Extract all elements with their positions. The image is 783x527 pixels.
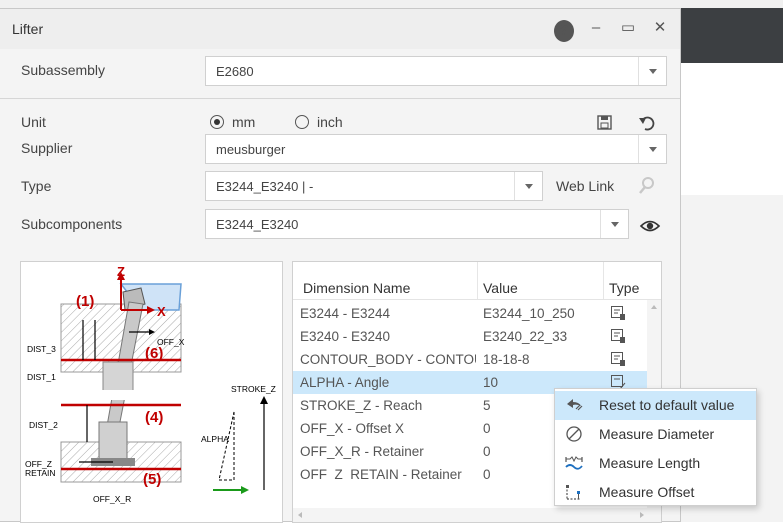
- context-menu: Reset to default value Measure Diameter …: [554, 388, 757, 506]
- dimension-value-cell[interactable]: E3240_22_33: [483, 329, 603, 344]
- table-row[interactable]: E3244 - E3244 E3244_10_250: [293, 302, 647, 325]
- dimension-name-cell: OFF_X - Offset X: [300, 421, 405, 436]
- dimension-name-cell: OFF_Z_RETAIN - Retainer: [300, 467, 462, 479]
- type-dropdown[interactable]: E3244_E3240 | -: [205, 171, 543, 201]
- diagram-label-1: (1): [76, 293, 94, 310]
- menu-item-measure-diameter[interactable]: Measure Diameter: [555, 420, 756, 449]
- scroll-up-icon[interactable]: [647, 300, 661, 314]
- dimension-name-cell: OFF_X_R - Retainer: [300, 444, 424, 459]
- supplier-label: Supplier: [21, 140, 73, 156]
- column-separator[interactable]: [603, 262, 604, 299]
- eye-icon[interactable]: [639, 215, 661, 237]
- length-icon: [565, 456, 583, 470]
- dimension-name-cell: E3244 - E3244: [300, 306, 391, 321]
- dialog-titlebar[interactable]: Lifter ? – ▭ ✕: [0, 9, 680, 49]
- supplier-dropdown[interactable]: meusburger: [205, 134, 667, 164]
- diagram-label-dist2: DIST_2: [29, 420, 58, 430]
- close-icon[interactable]: ✕: [650, 17, 670, 39]
- dimension-name-cell: ALPHA - Angle: [300, 375, 390, 390]
- window-controls: ? – ▭ ✕: [554, 17, 670, 42]
- subcomponents-value: E3244_E3240: [216, 217, 299, 232]
- scroll-right-icon[interactable]: [635, 508, 649, 522]
- horizontal-scrollbar[interactable]: [293, 508, 649, 522]
- unit-radio-mm[interactable]: mm: [210, 114, 255, 130]
- diagram-label-z: Z: [117, 264, 125, 279]
- menu-item-label: Measure Offset: [599, 484, 695, 500]
- menu-item-measure-length[interactable]: Measure Length: [555, 449, 756, 478]
- type-label: Type: [21, 178, 52, 194]
- subcomponents-label: Subcomponents: [21, 216, 123, 232]
- background-header-bar: [680, 8, 783, 63]
- type-value: E3244_E3240 | -: [216, 179, 314, 194]
- column-separator[interactable]: [477, 262, 478, 299]
- table-type-icon[interactable]: [610, 351, 626, 367]
- help-icon[interactable]: ?: [554, 17, 574, 42]
- dimension-value-cell[interactable]: 18-18-8: [483, 352, 603, 367]
- subcomponents-row: Subcomponents E3244_E3240: [0, 207, 680, 243]
- subassembly-label: Subassembly: [21, 62, 106, 78]
- column-header-dimension-name[interactable]: Dimension Name: [303, 280, 410, 296]
- maximize-icon[interactable]: ▭: [618, 17, 638, 39]
- unit-inch-label: inch: [317, 114, 343, 130]
- table-row[interactable]: CONTOUR_BODY - CONTOUR_BODY 18-18-8: [293, 348, 647, 371]
- lifter-diagram: Z X (1) (6) (4) (5) DIST_3 DIST_1 DIST_2…: [25, 264, 276, 504]
- scroll-left-icon[interactable]: [293, 508, 307, 522]
- table-type-icon[interactable]: [610, 328, 626, 344]
- chevron-down-icon[interactable]: [600, 210, 628, 238]
- diagram-label-offx: OFF_X: [157, 337, 185, 347]
- dimension-name-cell: E3240 - E3240: [300, 329, 391, 344]
- lifter-diagram-panel: Z X (1) (6) (4) (5) DIST_3 DIST_1 DIST_2…: [20, 261, 283, 523]
- subcomponents-dropdown[interactable]: E3244_E3240: [205, 209, 629, 239]
- subassembly-value: E2680: [216, 64, 254, 79]
- unit-radio-inch[interactable]: inch: [295, 114, 343, 130]
- grid-header: Dimension Name Value Type: [293, 262, 661, 300]
- subassembly-dropdown[interactable]: E2680: [205, 56, 667, 86]
- menu-item-measure-offset[interactable]: Measure Offset: [555, 478, 756, 507]
- menu-item-label: Measure Length: [599, 455, 701, 471]
- divider: [0, 98, 680, 99]
- diagram-label-6: (6): [145, 345, 163, 362]
- diagram-label-alpha: ALPHA: [201, 434, 229, 444]
- diagram-label-4: (4): [145, 409, 163, 426]
- menu-item-label: Measure Diameter: [599, 426, 715, 442]
- diagram-label-x: X: [157, 304, 166, 319]
- background-top-strip: [0, 0, 783, 8]
- diagram-label-5: (5): [143, 471, 161, 488]
- diagram-label-strokez: STROKE_Z: [231, 384, 276, 394]
- supplier-row: Supplier meusburger: [0, 131, 680, 167]
- chevron-down-icon[interactable]: [638, 135, 666, 163]
- diagram-label-dist3: DIST_3: [27, 344, 56, 354]
- unit-mm-label: mm: [232, 114, 256, 130]
- diagram-label-offxr: OFF_X_R: [93, 494, 131, 504]
- dimension-name-cell: STROKE_Z - Reach: [300, 398, 423, 413]
- table-type-icon[interactable]: [610, 305, 626, 321]
- diameter-icon: [566, 426, 582, 442]
- dimension-name-cell: CONTOUR_BODY - CONTOUR_BODY: [300, 352, 476, 367]
- magnifier-icon[interactable]: [636, 174, 658, 196]
- radio-selected-icon: [210, 115, 224, 129]
- chevron-down-icon[interactable]: [638, 57, 666, 85]
- web-link[interactable]: Web Link: [556, 178, 614, 194]
- dialog-title: Lifter: [12, 21, 44, 37]
- table-row[interactable]: E3240 - E3240 E3240_22_33: [293, 325, 647, 348]
- menu-item-reset-default[interactable]: Reset to default value: [555, 391, 756, 420]
- minimize-icon[interactable]: –: [586, 17, 606, 39]
- diagram-label-retain: RETAIN: [25, 468, 56, 478]
- type-row: Type E3244_E3240 | - Web Link: [0, 169, 680, 205]
- column-header-value[interactable]: Value: [483, 280, 518, 296]
- column-header-type[interactable]: Type: [609, 280, 639, 296]
- dimension-value-cell[interactable]: E3244_10_250: [483, 306, 603, 321]
- chevron-down-icon[interactable]: [514, 172, 542, 200]
- offset-icon: [566, 485, 581, 500]
- reset-icon: [567, 399, 583, 411]
- diagram-label-dist1: DIST_1: [27, 372, 56, 382]
- supplier-value: meusburger: [216, 142, 286, 157]
- unit-label: Unit: [21, 114, 46, 130]
- radio-unselected-icon: [295, 115, 309, 129]
- menu-item-label: Reset to default value: [599, 397, 735, 413]
- subassembly-row: Subassembly E2680: [0, 53, 680, 89]
